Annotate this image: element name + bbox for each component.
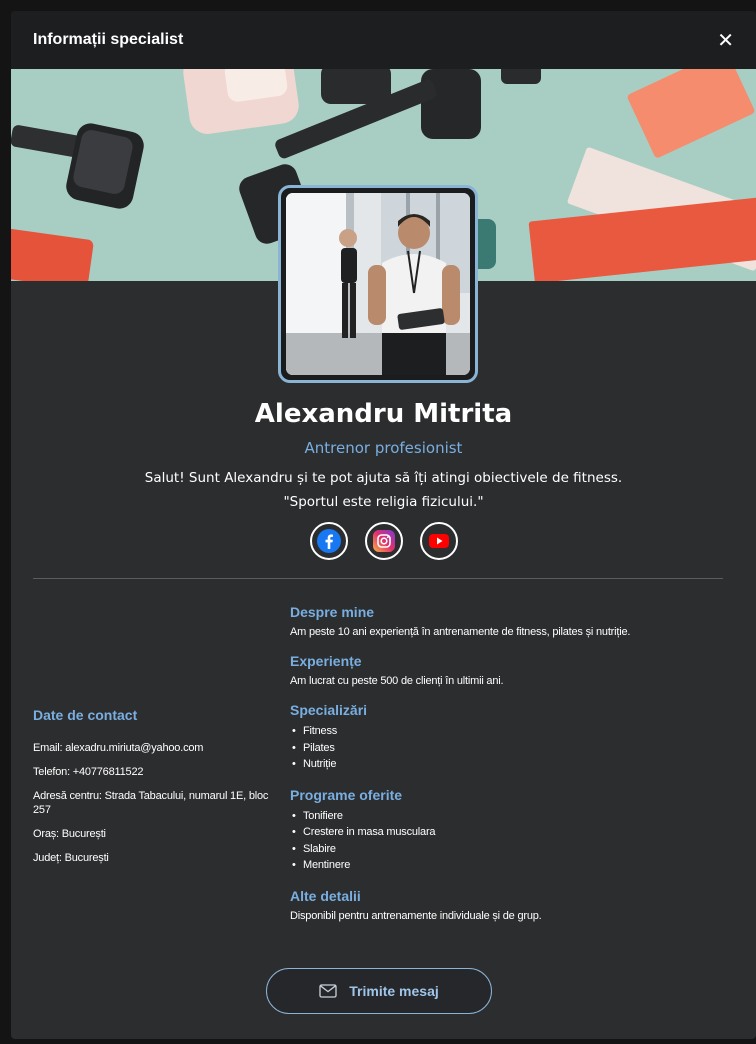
specialist-role: Antrenor profesionist: [304, 439, 463, 457]
specializations-title: Specializări: [290, 702, 368, 718]
close-icon[interactable]: ✕: [717, 30, 734, 50]
programs-list: Tonifiere Crestere in masa musculara Sla…: [290, 808, 730, 874]
youtube-icon: [428, 534, 449, 548]
facebook-link[interactable]: [309, 522, 348, 560]
contact-city: Oraș: București: [33, 828, 106, 840]
experience-text: Am lucrat cu peste 500 de clienți în ult…: [290, 675, 504, 687]
experience-title: Experiențe: [290, 653, 362, 669]
modal-title: Informații specialist: [33, 31, 184, 48]
list-item: Mentinere: [290, 857, 730, 874]
specialist-quote: "Sportul este religia fizicului.": [283, 494, 484, 510]
profile-photo-frame: [278, 185, 478, 383]
instagram-link[interactable]: [364, 522, 403, 560]
contact-section: Date de contact Email: alexadru.miriuta@…: [33, 707, 278, 875]
programs-block: Programe oferite Tonifiere Crestere in m…: [290, 787, 730, 874]
instagram-icon: [372, 530, 395, 552]
contact-phone: Telefon: +40776811522: [33, 766, 144, 778]
contact-county: Județ: București: [33, 852, 109, 864]
about-title: Despre mine: [290, 604, 375, 620]
facebook-icon: [316, 529, 341, 553]
send-message-button[interactable]: Trimite mesaj: [266, 968, 492, 1014]
section-divider: [33, 578, 723, 579]
social-links: [11, 522, 756, 560]
about-text: Am peste 10 ani experiență în antrenamen…: [290, 626, 631, 638]
specialist-info-modal: Informații specialist ✕ Alexandru Mitrit…: [11, 11, 756, 1039]
modal-header: Informații specialist ✕: [11, 11, 756, 69]
list-item: Slabire: [290, 841, 730, 858]
contact-email: Email: alexadru.miriuta@yahoo.com: [33, 742, 204, 754]
list-item: Fitness: [290, 723, 730, 740]
contact-title: Date de contact: [33, 707, 138, 723]
other-details-block: Alte detalii Disponibil pentru antrename…: [290, 888, 730, 923]
list-item: Pilates: [290, 740, 730, 757]
envelope-icon: [319, 984, 337, 998]
about-block: Despre mine Am peste 10 ani experiență î…: [290, 604, 730, 639]
specialist-name: Alexandru Mitrita: [254, 399, 513, 429]
youtube-link[interactable]: [419, 522, 458, 560]
list-item: Nutriție: [290, 756, 730, 773]
other-details-text: Disponibil pentru antrenamente individua…: [290, 909, 542, 922]
experience-block: Experiențe Am lucrat cu peste 500 de cli…: [290, 653, 730, 688]
programs-title: Programe oferite: [290, 786, 403, 803]
details-section: Despre mine Am peste 10 ani experiență î…: [290, 604, 730, 937]
other-details-title: Alte detalii: [290, 887, 361, 904]
specializations-block: Specializări Fitness Pilates Nutriție: [290, 702, 730, 773]
profile-photo: [286, 193, 470, 375]
list-item: Tonifiere: [290, 808, 730, 825]
contact-address: Adresă centru: Strada Tabacului, numarul…: [33, 790, 269, 816]
specialist-bio: Salut! Sunt Alexandru și te pot ajuta să…: [144, 470, 623, 486]
send-message-label: Trimite mesaj: [349, 983, 439, 999]
specializations-list: Fitness Pilates Nutriție: [290, 723, 730, 773]
list-item: Crestere in masa musculara: [290, 824, 730, 841]
